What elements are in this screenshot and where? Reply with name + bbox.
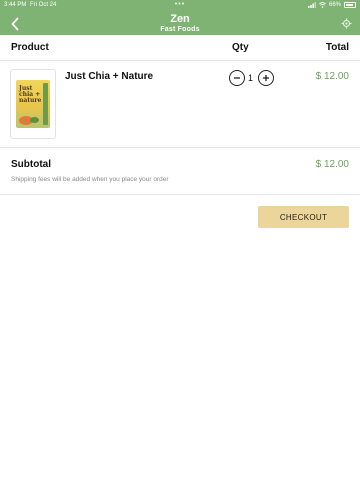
status-time: 3:44 PM xyxy=(4,2,27,8)
status-date: Fri Oct 24 xyxy=(30,2,57,8)
column-product: Product xyxy=(11,42,49,53)
product-image[interactable]: Just chia + nature xyxy=(10,69,56,139)
settings-icon[interactable] xyxy=(341,18,352,29)
subtotal-value: $ 12.00 xyxy=(315,159,349,170)
quantity-value: 1 xyxy=(248,73,254,83)
plus-icon xyxy=(263,75,269,81)
product-name: Just Chia + Nature xyxy=(65,71,154,82)
column-qty: Qty xyxy=(232,42,249,53)
status-right: 66% xyxy=(307,0,356,10)
product-package-illustration: Just chia + nature xyxy=(16,80,50,128)
shipping-note: Shipping fees will be added when you pla… xyxy=(11,176,169,183)
battery-icon xyxy=(344,2,356,8)
status-bar: 3:44 PM Fri Oct 24 ••• 66% xyxy=(0,0,360,10)
column-total: Total xyxy=(325,42,349,53)
cart-column-headers: Product Qty Total xyxy=(0,42,360,54)
increase-qty-button[interactable] xyxy=(258,70,274,86)
divider xyxy=(0,60,360,61)
app-subtitle: Fast Foods xyxy=(160,26,200,33)
wifi-icon xyxy=(319,2,326,8)
item-total-price: $ 12.00 xyxy=(315,71,349,82)
checkout-button[interactable]: CHECKOUT xyxy=(258,206,349,228)
divider xyxy=(0,194,360,195)
divider xyxy=(0,147,360,148)
minus-icon xyxy=(234,77,240,79)
multitask-dots-icon: ••• xyxy=(174,1,186,8)
signal-icon xyxy=(307,2,316,8)
app-title: Zen xyxy=(170,13,190,25)
subtotal-label: Subtotal xyxy=(11,159,51,170)
app-header: 3:44 PM Fri Oct 24 ••• 66% Zen Fast Food… xyxy=(0,0,360,35)
package-label: Just chia + nature xyxy=(19,85,42,104)
battery-percent: 66% xyxy=(328,2,341,8)
decrease-qty-button[interactable] xyxy=(229,70,245,86)
